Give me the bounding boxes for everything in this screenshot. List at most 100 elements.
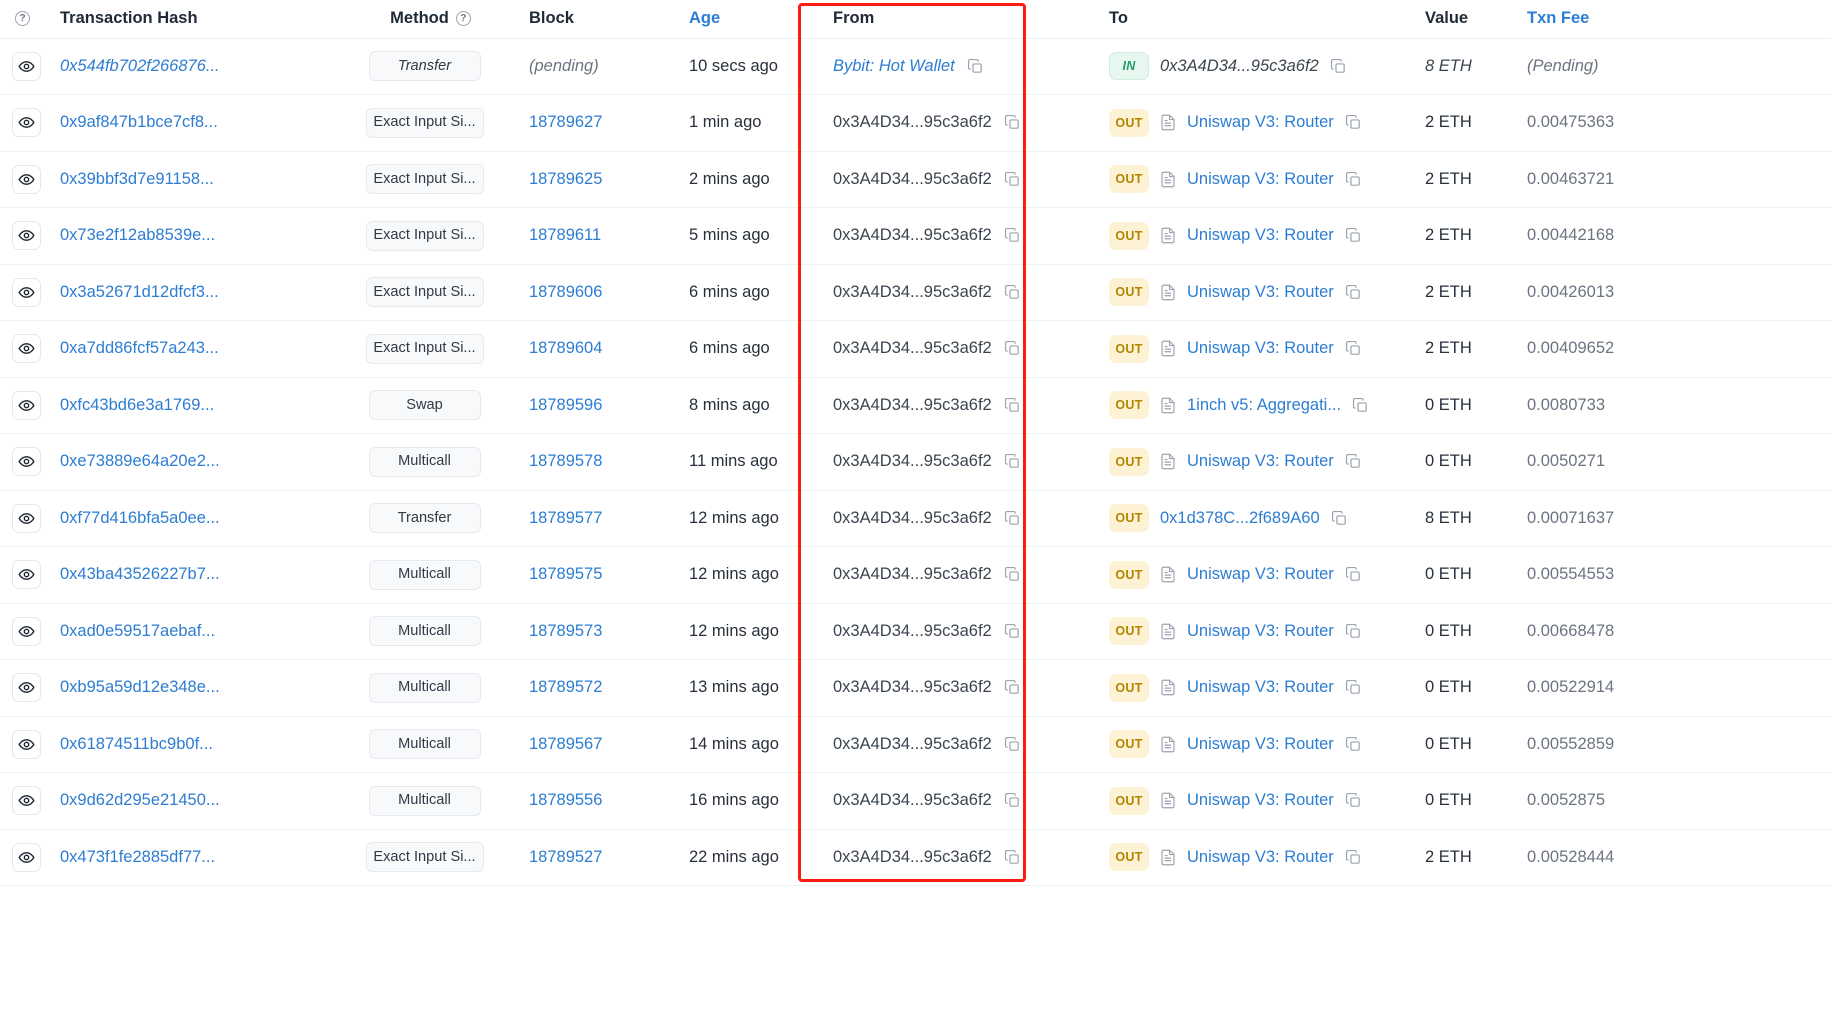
method-badge[interactable]: Transfer: [369, 51, 481, 81]
method-badge[interactable]: Swap: [369, 390, 481, 420]
transaction-hash-link[interactable]: 0x43ba43526227b7...: [60, 565, 220, 583]
transaction-hash-link[interactable]: 0x9af847b1bce7cf8...: [60, 113, 218, 131]
transaction-hash-link[interactable]: 0xa7dd86fcf57a243...: [60, 339, 219, 357]
block-number-link[interactable]: 18789625: [529, 170, 602, 188]
method-badge[interactable]: Exact Input Si...: [366, 108, 484, 138]
to-address-link[interactable]: Uniswap V3: Router: [1187, 848, 1334, 867]
block-number-link[interactable]: 18789556: [529, 791, 602, 809]
method-badge[interactable]: Exact Input Si...: [366, 164, 484, 194]
block-number-link[interactable]: 18789577: [529, 509, 602, 527]
to-address-link[interactable]: Uniswap V3: Router: [1187, 565, 1334, 584]
eye-icon[interactable]: [12, 730, 41, 759]
method-badge[interactable]: Multicall: [369, 447, 481, 477]
eye-icon[interactable]: [12, 165, 41, 194]
transaction-hash-link[interactable]: 0xfc43bd6e3a1769...: [60, 396, 214, 414]
copy-icon[interactable]: [1345, 623, 1362, 640]
method-badge[interactable]: Multicall: [369, 616, 481, 646]
column-header-age[interactable]: Age: [679, 0, 819, 38]
help-question-icon[interactable]: ?: [456, 11, 471, 26]
method-badge[interactable]: Multicall: [369, 673, 481, 703]
transaction-hash-link[interactable]: 0x544fb702f266876...: [60, 57, 220, 75]
copy-icon[interactable]: [1330, 58, 1347, 75]
transaction-hash-link[interactable]: 0xb95a59d12e348e...: [60, 678, 220, 696]
transaction-hash-link[interactable]: 0x73e2f12ab8539e...: [60, 226, 215, 244]
copy-icon[interactable]: [1345, 566, 1362, 583]
to-address-link[interactable]: Uniswap V3: Router: [1187, 622, 1334, 641]
to-address-link[interactable]: Uniswap V3: Router: [1187, 283, 1334, 302]
eye-icon[interactable]: [12, 786, 41, 815]
method-badge[interactable]: Exact Input Si...: [366, 842, 484, 872]
eye-icon[interactable]: [12, 108, 41, 137]
to-address-link[interactable]: Uniswap V3: Router: [1187, 113, 1334, 132]
eye-icon[interactable]: [12, 391, 41, 420]
eye-icon[interactable]: [12, 560, 41, 589]
to-address-link[interactable]: Uniswap V3: Router: [1187, 791, 1334, 810]
block-number-link[interactable]: 18789575: [529, 565, 602, 583]
copy-icon[interactable]: [1345, 227, 1362, 244]
from-address-link[interactable]: Bybit: Hot Wallet: [833, 57, 955, 76]
eye-icon[interactable]: [12, 504, 41, 533]
column-header-txn-fee[interactable]: Txn Fee: [1527, 0, 1831, 38]
eye-icon[interactable]: [12, 843, 41, 872]
copy-icon[interactable]: [1004, 623, 1021, 640]
method-badge[interactable]: Multicall: [369, 786, 481, 816]
copy-icon[interactable]: [1004, 453, 1021, 470]
copy-icon[interactable]: [1004, 284, 1021, 301]
eye-icon[interactable]: [12, 617, 41, 646]
copy-icon[interactable]: [1004, 679, 1021, 696]
transaction-hash-link[interactable]: 0xad0e59517aebaf...: [60, 622, 215, 640]
eye-icon[interactable]: [12, 447, 41, 476]
to-address-link[interactable]: Uniswap V3: Router: [1187, 170, 1334, 189]
copy-icon[interactable]: [1345, 284, 1362, 301]
transaction-hash-link[interactable]: 0xe73889e64a20e2...: [60, 452, 220, 470]
copy-icon[interactable]: [1004, 114, 1021, 131]
transaction-hash-link[interactable]: 0x39bbf3d7e91158...: [60, 170, 214, 188]
to-address-link[interactable]: 0x1d378C...2f689A60: [1160, 509, 1320, 528]
copy-icon[interactable]: [1004, 736, 1021, 753]
copy-icon[interactable]: [1345, 849, 1362, 866]
method-badge[interactable]: Transfer: [369, 503, 481, 533]
copy-icon[interactable]: [1345, 792, 1362, 809]
block-number-link[interactable]: 18789604: [529, 339, 602, 357]
eye-icon[interactable]: [12, 221, 41, 250]
to-address-link[interactable]: Uniswap V3: Router: [1187, 226, 1334, 245]
to-address-link[interactable]: 1inch v5: Aggregati...: [1187, 396, 1341, 415]
block-number-link[interactable]: 18789573: [529, 622, 602, 640]
copy-icon[interactable]: [1004, 510, 1021, 527]
copy-icon[interactable]: [1345, 453, 1362, 470]
copy-icon[interactable]: [1004, 397, 1021, 414]
to-address-link[interactable]: Uniswap V3: Router: [1187, 339, 1334, 358]
copy-icon[interactable]: [1352, 397, 1369, 414]
copy-icon[interactable]: [967, 58, 984, 75]
copy-icon[interactable]: [1345, 171, 1362, 188]
block-number-link[interactable]: 18789611: [529, 226, 601, 244]
to-address-link[interactable]: Uniswap V3: Router: [1187, 452, 1334, 471]
to-address-link[interactable]: Uniswap V3: Router: [1187, 678, 1334, 697]
copy-icon[interactable]: [1345, 340, 1362, 357]
method-badge[interactable]: Exact Input Si...: [366, 221, 484, 251]
eye-icon[interactable]: [12, 278, 41, 307]
transaction-hash-link[interactable]: 0x3a52671d12dfcf3...: [60, 283, 219, 301]
copy-icon[interactable]: [1004, 340, 1021, 357]
block-number-link[interactable]: 18789596: [529, 396, 602, 414]
block-number-link[interactable]: 18789527: [529, 848, 602, 866]
copy-icon[interactable]: [1004, 227, 1021, 244]
block-number-link[interactable]: 18789627: [529, 113, 602, 131]
method-badge[interactable]: Exact Input Si...: [366, 334, 484, 364]
copy-icon[interactable]: [1004, 792, 1021, 809]
eye-icon[interactable]: [12, 334, 41, 363]
block-number-link[interactable]: 18789578: [529, 452, 602, 470]
method-badge[interactable]: Multicall: [369, 560, 481, 590]
block-number-link[interactable]: 18789572: [529, 678, 602, 696]
copy-icon[interactable]: [1345, 114, 1362, 131]
transaction-hash-link[interactable]: 0xf77d416bfa5a0ee...: [60, 509, 220, 527]
copy-icon[interactable]: [1345, 679, 1362, 696]
block-number-link[interactable]: 18789567: [529, 735, 602, 753]
transaction-hash-link[interactable]: 0x61874511bc9b0f...: [60, 735, 213, 753]
eye-icon[interactable]: [12, 52, 41, 81]
method-badge[interactable]: Multicall: [369, 729, 481, 759]
block-number-link[interactable]: 18789606: [529, 283, 602, 301]
copy-icon[interactable]: [1004, 566, 1021, 583]
to-address-link[interactable]: Uniswap V3: Router: [1187, 735, 1334, 754]
copy-icon[interactable]: [1004, 849, 1021, 866]
